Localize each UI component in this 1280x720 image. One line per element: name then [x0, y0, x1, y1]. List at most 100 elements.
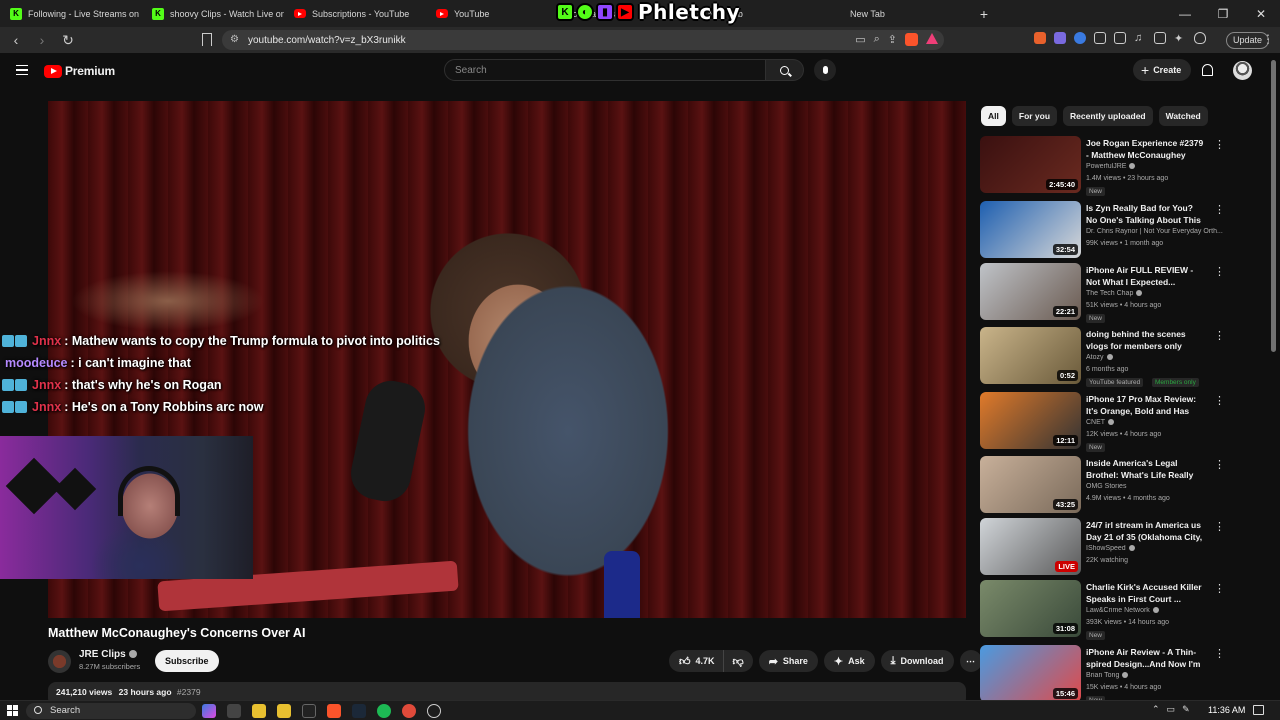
folder-icon[interactable]	[277, 704, 291, 718]
recommended-channel-name[interactable]: OMG Stories	[1086, 483, 1126, 490]
recommended-channel[interactable]: Brian Tong	[1086, 672, 1226, 679]
recommended-channel-name[interactable]: CNET	[1086, 419, 1105, 426]
pip-icon[interactable]: ▭	[855, 33, 865, 46]
share-page-icon[interactable]: ⇪	[888, 33, 897, 46]
brave-rewards-icon[interactable]	[926, 33, 938, 44]
video-thumbnail[interactable]: 32:54	[980, 201, 1081, 258]
ask-button[interactable]: ✦ Ask	[823, 650, 875, 672]
taskbar-clock[interactable]: 11:36 AM	[1208, 705, 1245, 715]
video-options-icon[interactable]: ⋮	[1214, 265, 1225, 278]
back-icon[interactable]: ‹	[6, 32, 26, 48]
tray-chevron-icon[interactable]: ⌃	[1152, 704, 1160, 715]
recommended-channel[interactable]: Dr. Chris Raynor | Not Your Everyday Ort…	[1086, 228, 1226, 235]
browser-tab[interactable]: New Tab	[828, 0, 970, 27]
taskbar-search[interactable]: Search	[26, 703, 196, 719]
recommended-channel[interactable]: Atozy	[1086, 354, 1226, 361]
filter-chip[interactable]: Recently uploaded	[1063, 106, 1153, 126]
video-thumbnail[interactable]: 31:08	[980, 580, 1081, 637]
browser-menu-icon[interactable]: ⋮	[1262, 32, 1274, 46]
wallet-icon[interactable]	[1114, 32, 1126, 44]
video-thumbnail[interactable]: 12:11	[980, 392, 1081, 449]
channel-name-wrap[interactable]: JRE Clips	[79, 649, 137, 660]
channel-name[interactable]: JRE Clips	[79, 649, 126, 660]
create-button[interactable]: + Create	[1133, 59, 1192, 81]
recommended-channel[interactable]: PowerfulJRE	[1086, 163, 1226, 170]
video-options-icon[interactable]: ⋮	[1214, 458, 1225, 471]
music-icon[interactable]: ♫	[1134, 32, 1146, 44]
copilot-icon[interactable]	[202, 704, 216, 718]
extensions-puzzle-icon[interactable]	[1094, 32, 1106, 44]
windows-start-icon[interactable]	[7, 705, 18, 716]
video-options-icon[interactable]: ⋮	[1214, 138, 1225, 151]
recommended-video-title[interactable]: iPhone Air Review - A Thin-spired Design…	[1086, 646, 1204, 670]
search-input[interactable]	[444, 59, 766, 81]
recommended-video[interactable]: 2:45:40 Joe Rogan Experience #2379 - Matt…	[980, 136, 1226, 196]
notification-center-icon[interactable]	[1253, 705, 1264, 715]
recommended-video[interactable]: 32:54 Is Zyn Really Bad for You? No One's…	[980, 201, 1226, 261]
download-button[interactable]: ⤓ Download	[880, 650, 954, 672]
minimize-icon[interactable]: —	[1166, 7, 1204, 21]
site-settings-icon[interactable]: ⚙	[230, 34, 239, 45]
recommended-video-title[interactable]: Charlie Kirk's Accused Killer Speaks in …	[1086, 581, 1204, 605]
recommended-channel[interactable]: OMG Stories	[1086, 483, 1226, 490]
recommended-channel-name[interactable]: IShowSpeed	[1086, 545, 1126, 552]
recommended-channel-name[interactable]: Atozy	[1086, 354, 1104, 361]
recommended-video-title[interactable]: iPhone Air FULL REVIEW - Not What I Expe…	[1086, 264, 1204, 288]
filter-chip[interactable]: For you	[1011, 106, 1058, 126]
recommended-channel[interactable]: Law&Crime Network	[1086, 607, 1226, 614]
recommended-channel-name[interactable]: PowerfulJRE	[1086, 163, 1126, 170]
video-thumbnail[interactable]: 43:25	[980, 456, 1081, 513]
channel-avatar[interactable]	[48, 650, 71, 673]
video-thumbnail[interactable]: 0:52	[980, 327, 1081, 384]
file-explorer-icon[interactable]	[252, 704, 266, 718]
filter-chip[interactable]: Watched	[1158, 106, 1208, 126]
recommended-video[interactable]: 0:52 doing behind the scenes vlogs for me…	[980, 327, 1226, 387]
hashtag[interactable]: #2379	[177, 687, 201, 697]
url-bar[interactable]: ⚙ youtube.com/watch?v=z_bX3runikk ▭ ⌕ ⇪	[222, 30, 944, 50]
app-icon[interactable]	[402, 704, 416, 718]
recommended-video-title[interactable]: doing behind the scenes vlogs for member…	[1086, 328, 1204, 352]
maximize-icon[interactable]: ❐	[1204, 7, 1242, 21]
recommended-video-title[interactable]: 24/7 irl stream in America us Day 21 of …	[1086, 519, 1204, 543]
forward-icon[interactable]: ›	[32, 32, 52, 48]
recommended-video[interactable]: 22:21 iPhone Air FULL REVIEW - Not What I…	[980, 263, 1226, 323]
recommended-video-title[interactable]: Inside America's Legal Brothel: What's L…	[1086, 457, 1204, 481]
brave-icon[interactable]	[327, 704, 341, 718]
sidebar-icon[interactable]	[1154, 32, 1166, 44]
recommended-video[interactable]: 31:08 Charlie Kirk's Accused Killer Speak…	[980, 580, 1226, 640]
recommended-video-title[interactable]: Is Zyn Really Bad for You? No One's Talk…	[1086, 202, 1204, 226]
recommended-video-title[interactable]: Joe Rogan Experience #2379 - Matthew McC…	[1086, 137, 1204, 161]
video-thumbnail[interactable]: LIVE	[980, 518, 1081, 575]
video-options-icon[interactable]: ⋮	[1214, 520, 1225, 533]
browser-tab[interactable]: K Following - Live Streams on Ki	[0, 0, 142, 27]
subscribe-button[interactable]: Subscribe	[155, 650, 219, 672]
spotify-icon[interactable]	[377, 704, 391, 718]
video-options-icon[interactable]: ⋮	[1214, 394, 1225, 407]
video-options-icon[interactable]: ⋮	[1214, 647, 1225, 660]
pen-icon[interactable]: ✎	[1182, 704, 1190, 715]
voice-search-button[interactable]	[814, 59, 836, 81]
notifications-bell-icon[interactable]	[1202, 64, 1213, 76]
bookmark-icon[interactable]	[202, 33, 212, 46]
display-icon[interactable]: ▭	[1167, 704, 1176, 715]
video-thumbnail[interactable]: 22:21	[980, 263, 1081, 320]
extension-icon[interactable]	[1074, 32, 1086, 44]
obs-icon[interactable]	[302, 704, 316, 718]
recommended-video-title[interactable]: iPhone 17 Pro Max Review: It's Orange, B…	[1086, 393, 1204, 417]
browser-tab[interactable]: Subscriptions - YouTube	[284, 0, 426, 27]
recommended-channel[interactable]: The Tech Chap	[1086, 290, 1226, 297]
filter-chip[interactable]: All	[981, 106, 1006, 126]
app-icon[interactable]	[427, 704, 441, 718]
menu-icon[interactable]	[16, 65, 28, 75]
video-thumbnail[interactable]: 15:46	[980, 645, 1081, 702]
video-options-icon[interactable]: ⋮	[1214, 203, 1225, 216]
recommended-channel-name[interactable]: Law&Crime Network	[1086, 607, 1150, 614]
page-scrollbar[interactable]	[1271, 60, 1276, 352]
recommended-video[interactable]: 15:46 iPhone Air Review - A Thin-spired D…	[980, 645, 1226, 705]
leo-icon[interactable]: ✦	[1174, 32, 1186, 45]
account-avatar[interactable]	[1233, 61, 1252, 80]
recommended-channel-name[interactable]: The Tech Chap	[1086, 290, 1133, 297]
recommended-channel[interactable]: CNET	[1086, 419, 1226, 426]
recommended-video[interactable]: LIVE 24/7 irl stream in America us Day 21…	[980, 518, 1226, 578]
video-options-icon[interactable]: ⋮	[1214, 329, 1225, 342]
